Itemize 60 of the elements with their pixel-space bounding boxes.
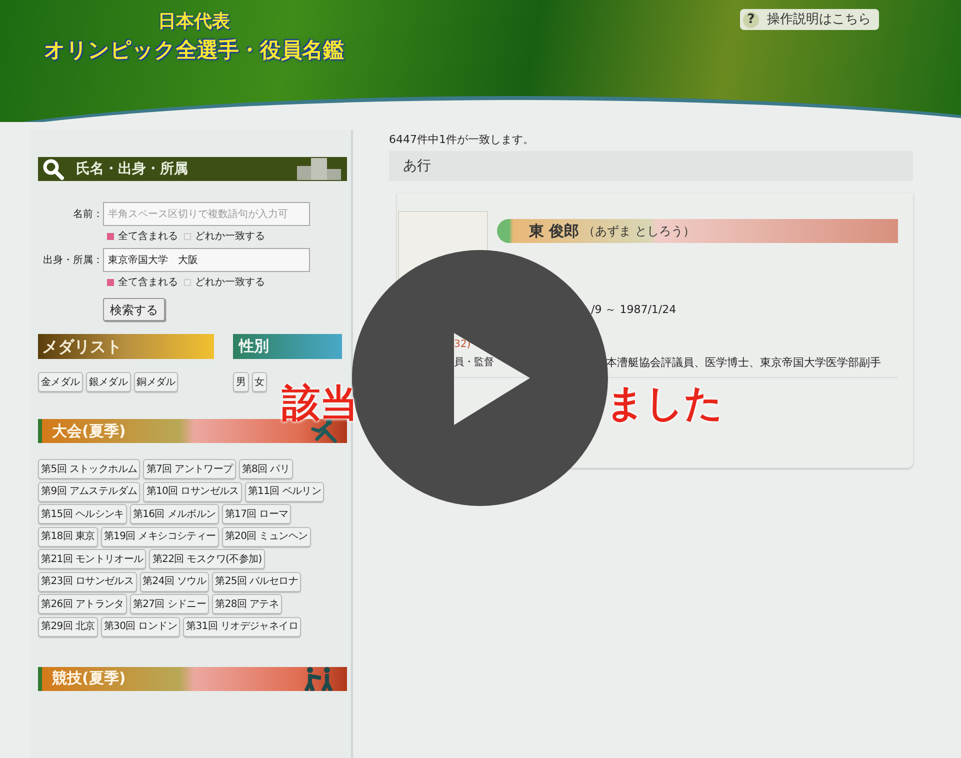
text-field[interactable]: 半角スペース区切りで複数語句が入力可: [103, 202, 310, 226]
field-label: 出身・所属：: [42, 254, 103, 268]
podium-icon: [297, 158, 341, 180]
games-filter-button[interactable]: 第7回 アントワープ: [143, 459, 236, 479]
medal-filter-button[interactable]: 金メダル: [38, 372, 83, 392]
games-filter-button[interactable]: 第25回 バルセロナ: [212, 572, 302, 592]
site-title: 日本代表: [158, 10, 230, 34]
group-header: あ行: [389, 151, 913, 181]
games-filter-button[interactable]: 第17回 ローマ: [222, 504, 292, 524]
games-filter-button[interactable]: 第31回 リオデジャネイロ: [183, 616, 302, 636]
option-checkbox[interactable]: [107, 233, 114, 240]
gender-header: 性別: [233, 334, 342, 359]
video-caption: ました: [606, 384, 723, 422]
games-filter-button[interactable]: 第18回 東京: [38, 526, 98, 546]
medal-filter-button[interactable]: 銀メダル: [86, 372, 131, 392]
gender-filter-button[interactable]: 男: [233, 372, 249, 392]
games-filter-button[interactable]: 第9回 アムステルダム: [38, 482, 140, 502]
games-filter-button[interactable]: 第5回 ストックホルム: [38, 459, 140, 479]
section-title: 氏名・出身・所属: [76, 160, 188, 178]
games-filter-button[interactable]: 第28回 アテネ: [212, 594, 282, 614]
games-filter-button[interactable]: 第15回 ヘルシンキ: [38, 504, 127, 524]
gender-filter-button[interactable]: 女: [252, 372, 268, 392]
games-filter-button[interactable]: 第26回 アトランタ: [38, 594, 127, 614]
games-filter-button[interactable]: 第10回 ロサンゼルス: [143, 482, 242, 502]
sports-section-header: 競技(夏季): [38, 666, 347, 690]
games-filter-button[interactable]: 第23回 ロサンゼルス: [38, 572, 137, 592]
help-icon: ?: [743, 12, 759, 28]
text-field[interactable]: 東京帝国大学 大阪: [103, 248, 310, 272]
search-button[interactable]: 検索する: [103, 298, 165, 321]
life-dates: /9 ～ 1987/1/24: [591, 302, 678, 318]
site-title: オリンピック全選手・役員名鑑: [44, 37, 344, 64]
play-button-icon: [352, 250, 608, 506]
games-filter-button[interactable]: 第21回 モントリオール: [38, 549, 146, 569]
person-name: 東 俊郎: [529, 220, 580, 242]
role-detail: 本漕艇協会評議員、医学博士、東京帝国大学医学部副手: [606, 355, 881, 371]
games-filter-button[interactable]: 第29回 北京: [38, 616, 98, 636]
option-label: どれか一致する: [195, 276, 265, 290]
field-label: 名前：: [72, 208, 103, 222]
option-label: どれか一致する: [195, 230, 265, 244]
medalist-header: メダリスト: [38, 334, 214, 359]
games-filter-button[interactable]: 第22回 モスクワ(不参加): [149, 549, 265, 569]
result-count: 6447件中1件が一致します。: [389, 132, 535, 148]
games-filter-button[interactable]: 第19回 メキシコシティー: [100, 526, 219, 546]
option-label: 全て含まれる: [118, 276, 178, 290]
option-checkbox[interactable]: [107, 279, 114, 286]
medal-filter-button[interactable]: 銅メダル: [134, 372, 178, 392]
name-reading: （あずま としろう）: [583, 223, 696, 240]
option-checkbox[interactable]: [184, 233, 191, 240]
search-icon: [42, 158, 66, 180]
games-filter-button[interactable]: 第24回 ソウル: [140, 572, 210, 592]
role-title: 員・監督: [454, 356, 494, 370]
games-filter-button[interactable]: 第30回 ロンドン: [100, 616, 180, 636]
games-filter-button[interactable]: 第16回 メルボルン: [130, 504, 219, 524]
option-checkbox[interactable]: [184, 279, 191, 286]
games-filter-button[interactable]: 第20回 ミュンヘン: [222, 526, 311, 546]
help-button[interactable]: ? 操作説明はこちら: [740, 9, 879, 30]
games-filter-button[interactable]: 第11回 ベルリン: [244, 482, 324, 502]
games-filter-button[interactable]: 第8回 パリ: [238, 459, 293, 479]
games-filter-button[interactable]: 第27回 シドニー: [130, 594, 210, 614]
option-label: 全て含まれる: [118, 230, 178, 244]
